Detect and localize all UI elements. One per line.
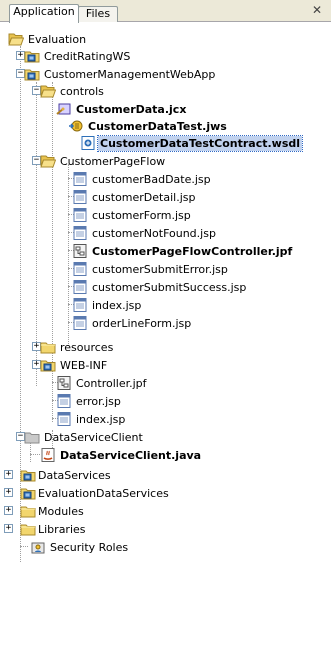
expand-toggle[interactable]: + (4, 470, 13, 479)
node-label: Controller.jpf (76, 377, 147, 390)
page-flow-icon (56, 375, 72, 391)
node-label: CustomerManagementWebApp (44, 68, 216, 81)
node-label: CreditRatingWS (44, 50, 131, 63)
node-label: controls (60, 85, 104, 98)
jsp-file-icon (72, 261, 88, 277)
folder-gray-icon (24, 429, 40, 445)
jsp-file-icon (72, 189, 88, 205)
node-label: EvaluationDataServices (38, 487, 169, 500)
node-label: Evaluation (28, 33, 87, 46)
page-flow-icon (72, 243, 88, 259)
jsp-file-icon (72, 279, 88, 295)
folder-open-icon (8, 31, 24, 47)
node-label: orderLineForm.jsp (92, 317, 192, 330)
security-roles-icon (30, 539, 46, 555)
expand-toggle[interactable]: + (4, 506, 13, 515)
node-label: Modules (38, 505, 84, 518)
node-label: CustomerPageFlow (60, 155, 166, 168)
jsp-file-icon (56, 411, 72, 427)
tab-files[interactable]: Files (78, 6, 118, 22)
project-icon (24, 48, 40, 64)
node-label: CustomerDataTestContract.wsdl (96, 135, 304, 152)
project-icon (20, 467, 36, 483)
project-tree: Evaluation + CreditRatingWS − CustomerMa… (0, 24, 331, 668)
node-label: customerSubmitSuccess.jsp (92, 281, 247, 294)
folder-open-icon (40, 153, 56, 169)
node-label: CustomerDataTest.jws (88, 120, 227, 133)
application-panel: Application Files ✕ Evaluation + CreditR… (0, 0, 331, 668)
node-label: customerNotFound.jsp (92, 227, 216, 240)
project-icon (20, 485, 36, 501)
tab-bar: Application Files ✕ (0, 0, 331, 23)
folder-icon (20, 521, 36, 537)
wsdl-icon (80, 135, 96, 151)
close-icon[interactable]: ✕ (311, 4, 323, 16)
jsp-file-icon (72, 297, 88, 313)
node-label: resources (60, 341, 114, 354)
web-service-icon (68, 118, 84, 134)
node-label: customerDetail.jsp (92, 191, 196, 204)
expand-toggle[interactable]: + (4, 524, 13, 533)
folder-open-icon (40, 83, 56, 99)
expand-toggle[interactable]: + (4, 488, 13, 497)
java-file-icon (40, 447, 56, 463)
node-label: error.jsp (76, 395, 121, 408)
node-label: CustomerData.jcx (76, 103, 187, 116)
jsp-file-icon (56, 393, 72, 409)
jsp-file-icon (72, 225, 88, 241)
node-label: DataServiceClient (44, 431, 143, 444)
folder-icon (40, 339, 56, 355)
folder-icon (20, 503, 36, 519)
project-open-icon (24, 66, 40, 82)
node-label: index.jsp (76, 413, 126, 426)
node-label: WEB-INF (60, 359, 108, 372)
node-label: index.jsp (92, 299, 142, 312)
node-label: DataServices (38, 469, 111, 482)
jsp-file-icon (72, 207, 88, 223)
jsp-file-icon (72, 171, 88, 187)
node-label: DataServiceClient.java (60, 449, 202, 462)
node-label: customerForm.jsp (92, 209, 191, 222)
control-icon (56, 101, 72, 117)
jsp-file-icon (72, 315, 88, 331)
web-inf-icon (40, 357, 56, 373)
tab-application[interactable]: Application (9, 4, 79, 23)
node-label: CustomerPageFlowController.jpf (92, 245, 293, 258)
node-label: Libraries (38, 523, 86, 536)
node-label: customerBadDate.jsp (92, 173, 211, 186)
node-label: Security Roles (50, 541, 129, 554)
node-label: customerSubmitError.jsp (92, 263, 228, 276)
